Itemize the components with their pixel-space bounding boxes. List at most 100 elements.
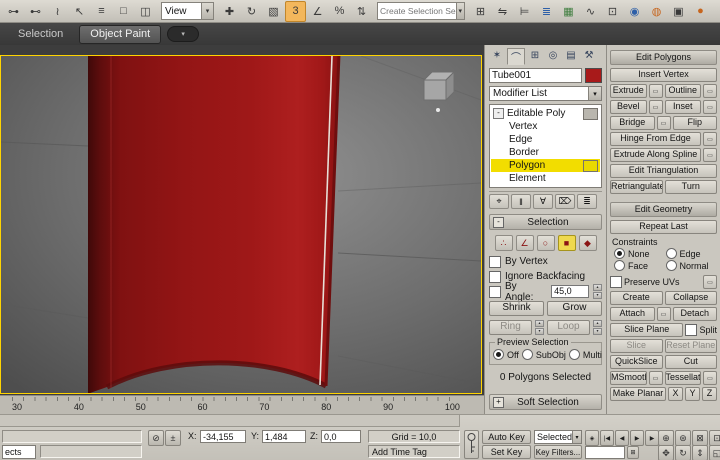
material-editor-icon[interactable]: ◉ (624, 1, 645, 22)
time-configuration-button[interactable]: ⊞ (627, 446, 639, 459)
turn-button[interactable]: Turn (665, 180, 718, 194)
current-frame-field[interactable] (585, 446, 625, 459)
retriangulate-button[interactable]: Retriangulate (610, 180, 663, 194)
x-coordinate-field[interactable]: -34,155 (200, 430, 246, 443)
loop-spinner[interactable]: ▴ ▾ (593, 320, 602, 335)
bridge-button[interactable]: Bridge (610, 116, 655, 130)
by-angle-value-field[interactable]: 45,0 (551, 285, 589, 298)
named-selection-set-input[interactable]: Create Selection Se ▾ (377, 2, 465, 20)
tab-object-paint[interactable]: Object Paint (79, 25, 161, 44)
inset-button[interactable]: Inset (665, 100, 702, 114)
reference-coordinate-dropdown[interactable]: View ▾ (161, 2, 214, 20)
make-planar-x-button[interactable]: X (668, 387, 683, 401)
object-name-field[interactable]: Tube001 (489, 68, 582, 83)
maximize-viewport-icon[interactable]: ◱ (709, 445, 720, 460)
go-to-start-icon[interactable]: |◀ (600, 430, 614, 446)
make-planar-z-button[interactable]: Z (702, 387, 717, 401)
repeat-last-button[interactable]: Repeat Last (610, 220, 717, 234)
next-frame-icon[interactable]: ▶ (645, 430, 659, 446)
make-unique-icon[interactable]: ∀ (533, 194, 553, 209)
bevel-button[interactable]: Bevel (610, 100, 647, 114)
rotate-icon[interactable]: ↻ (241, 1, 262, 22)
render-icon[interactable]: ● (690, 1, 711, 22)
add-time-tag-field[interactable]: Add Time Tag (368, 445, 460, 458)
angle-snap-icon[interactable]: ∠ (307, 1, 328, 22)
chevron-down-icon[interactable]: ▾ (201, 3, 213, 19)
insert-vertex-button[interactable]: Insert Vertex (610, 68, 717, 82)
detach-button[interactable]: Detach (673, 307, 718, 321)
z-coordinate-field[interactable]: 0,0 (321, 430, 361, 443)
spinner-down-icon[interactable]: ▾ (593, 292, 602, 299)
key-filter-dropdown[interactable]: Selected ▾ (534, 430, 582, 444)
by-angle-checkbox[interactable] (489, 286, 501, 298)
chevron-down-icon[interactable]: ▾ (588, 87, 601, 100)
ignore-backfacing-checkbox[interactable] (489, 271, 501, 283)
play-icon[interactable]: ▶ (630, 430, 644, 446)
chevron-down-icon[interactable]: ▾ (572, 431, 581, 443)
display-tab-icon[interactable]: ▤ (563, 48, 579, 63)
extrude-button[interactable]: Extrude (610, 84, 647, 98)
quickslice-button[interactable]: QuickSlice (610, 355, 663, 369)
extrude-settings-icon[interactable]: ▭ (649, 84, 663, 98)
attach-settings-icon[interactable]: ▭ (657, 307, 671, 321)
curve-editor-icon[interactable]: ∿ (580, 1, 601, 22)
orbit-icon[interactable]: ↻ (675, 445, 691, 460)
select-object-icon[interactable]: ↖ (69, 1, 90, 22)
edge-mode-icon[interactable]: ∠ (516, 235, 534, 251)
render-setup-icon[interactable]: ◍ (646, 1, 667, 22)
bridge-settings-icon[interactable]: ▭ (657, 116, 671, 130)
unlink-icon[interactable]: ⊷ (25, 1, 46, 22)
stack-root-editable-poly[interactable]: - Editable Poly (491, 107, 600, 120)
spinner-down-icon[interactable]: ▾ (535, 328, 544, 335)
fov-icon[interactable]: ⇕ (692, 445, 708, 460)
pan-icon[interactable]: ✥ (658, 445, 674, 460)
ring-spinner[interactable]: ▴ ▾ (535, 320, 544, 335)
percent-snap-icon[interactable]: % (329, 1, 350, 22)
flip-button[interactable]: Flip (673, 116, 718, 130)
mirror-icon[interactable]: ⇋ (492, 1, 513, 22)
collapse-button[interactable]: Collapse (665, 291, 718, 305)
slice-button[interactable]: Slice (610, 339, 663, 353)
remove-modifier-icon[interactable]: ⌦ (555, 194, 575, 209)
hinge-settings-icon[interactable]: ▭ (703, 132, 717, 146)
loop-button[interactable]: Loop (547, 320, 590, 335)
bind-spacewarp-icon[interactable]: ≀ (47, 1, 68, 22)
graphite-icon[interactable]: ▦ (558, 1, 579, 22)
edit-polygons-header[interactable]: Edit Polygons (610, 50, 717, 65)
zoom-region-icon[interactable]: ⊡ (709, 430, 720, 446)
ring-button[interactable]: Ring (489, 320, 532, 335)
object-color-swatch[interactable] (585, 68, 602, 83)
edit-geometry-header[interactable]: Edit Geometry (610, 202, 717, 217)
outline-settings-icon[interactable]: ▭ (703, 84, 717, 98)
zoom-extents-icon[interactable]: ⊠ (692, 430, 708, 446)
y-coordinate-field[interactable]: 1,484 (262, 430, 306, 443)
msmooth-settings-icon[interactable]: ▭ (649, 371, 663, 385)
edit-triangulation-button[interactable]: Edit Triangulation (610, 164, 717, 178)
element-mode-icon[interactable]: ◆ (579, 235, 597, 251)
perspective-viewport[interactable] (0, 55, 482, 394)
absolute-offset-icon[interactable]: ± (165, 430, 181, 446)
chevron-down-icon[interactable]: ▾ (456, 3, 464, 19)
border-mode-icon[interactable]: ○ (537, 235, 555, 251)
constraint-none-radio[interactable] (614, 248, 625, 259)
spinner-up-icon[interactable]: ▴ (593, 320, 602, 327)
zoom-icon[interactable]: ⊕ (658, 430, 674, 446)
scale-icon[interactable]: ▧ (263, 1, 284, 22)
grow-button[interactable]: Grow (547, 301, 602, 316)
msmooth-button[interactable]: MSmooth (610, 371, 647, 385)
preview-off-radio[interactable] (493, 349, 504, 360)
rendered-frame-icon[interactable]: ▣ (668, 1, 689, 22)
rollout-selection[interactable]: - Selection (489, 214, 602, 230)
align-icon[interactable]: ⊨ (514, 1, 535, 22)
layer-manager-icon[interactable]: ≣ (536, 1, 557, 22)
by-angle-spinner[interactable]: ▴ ▾ (593, 284, 602, 299)
configure-modifier-sets-icon[interactable]: ≣ (577, 194, 597, 209)
inset-settings-icon[interactable]: ▭ (703, 100, 717, 114)
by-vertex-checkbox[interactable] (489, 256, 501, 268)
timeline-ruler[interactable]: 30405060708090100 (0, 395, 484, 414)
preserve-uvs-settings-icon[interactable]: ▭ (703, 275, 717, 289)
reset-plane-button[interactable]: Reset Plane (665, 339, 718, 353)
expand-icon[interactable]: + (493, 397, 504, 408)
zoom-all-icon[interactable]: ⊛ (675, 430, 691, 446)
hinge-from-edge-button[interactable]: Hinge From Edge (610, 132, 701, 146)
